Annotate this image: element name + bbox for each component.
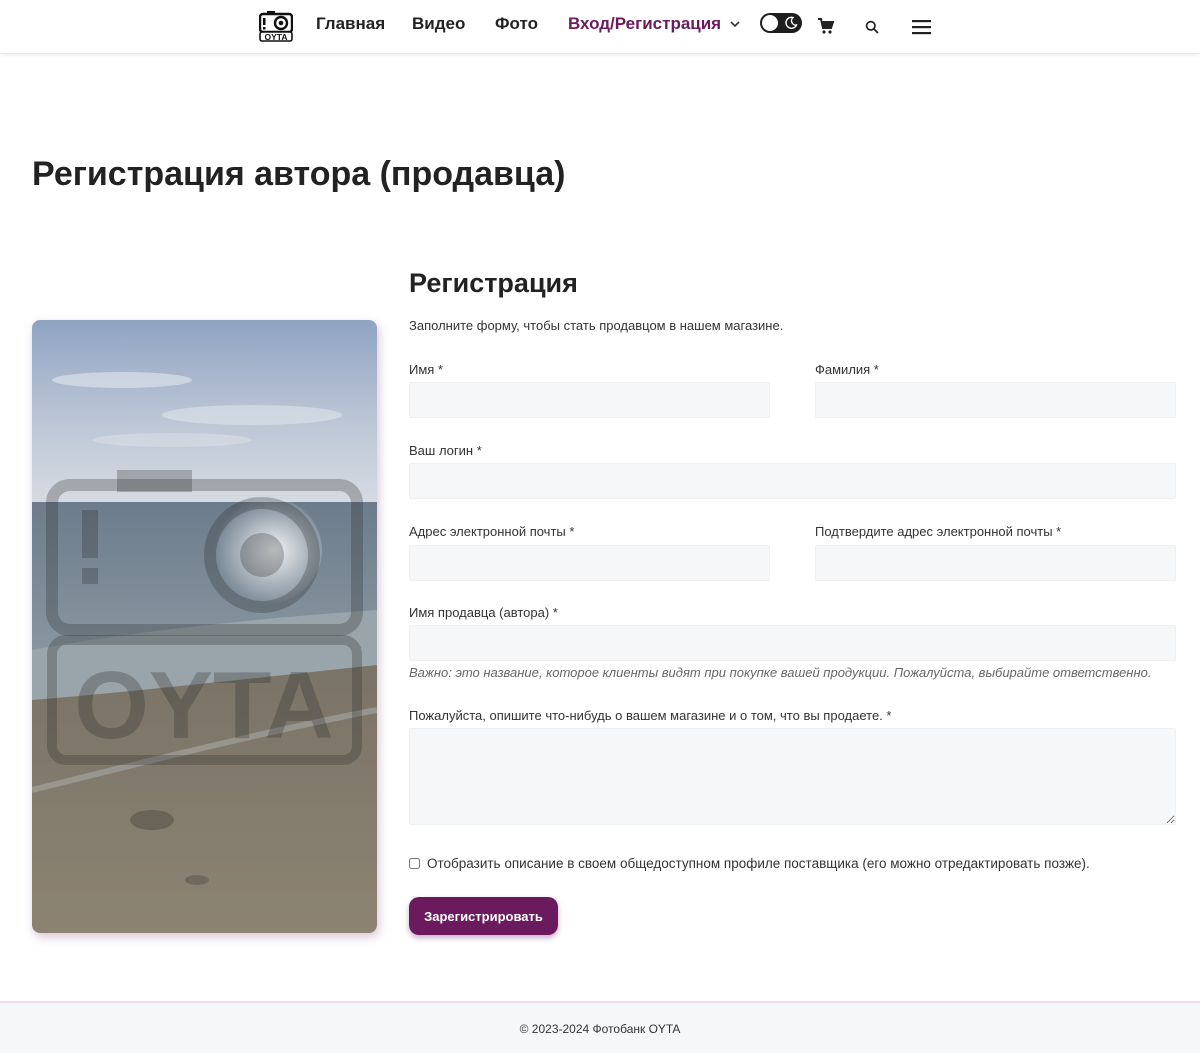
vendor-name-hint: Важно: это название, которое клиенты вид… (409, 665, 1152, 680)
first-name-label: Имя * (409, 362, 443, 377)
svg-text:OYTA: OYTA (74, 652, 334, 759)
email-label: Адрес электронной почты * (409, 524, 575, 539)
site-footer: © 2023-2024 Фотобанк OYTA (0, 1001, 1200, 1053)
search-icon[interactable] (865, 20, 879, 39)
form-description: Заполните форму, чтобы стать продавцом в… (409, 318, 784, 333)
beach-photo: OYTA (32, 320, 377, 933)
email-confirm-field[interactable] (815, 545, 1176, 581)
vendor-name-label: Имя продавца (автора) * (409, 605, 558, 620)
nav-login-register[interactable]: Вход/Регистрация (568, 14, 721, 34)
footer-copyright: © 2023-2024 Фотобанк OYTA (519, 1022, 681, 1036)
menu-icon[interactable] (912, 19, 931, 40)
about-textarea[interactable] (409, 728, 1176, 825)
email-field[interactable] (409, 545, 770, 581)
page-title: Регистрация автора (продавца) (32, 155, 566, 193)
last-name-field[interactable] (815, 382, 1176, 418)
cart-icon[interactable] (817, 17, 835, 40)
nav-video[interactable]: Видео (412, 14, 465, 34)
moon-icon (784, 16, 798, 30)
toggle-knob (762, 15, 778, 31)
login-label: Ваш логин * (409, 443, 482, 458)
show-description-checkbox[interactable] (409, 858, 420, 869)
nav-photo[interactable]: Фото (495, 14, 538, 34)
svg-text:OYTA: OYTA (265, 32, 288, 42)
site-logo[interactable]: OYTA (258, 10, 294, 42)
email-confirm-label: Подтвердите адрес электронной почты * (815, 524, 1062, 539)
register-button[interactable]: Зарегистрировать (409, 897, 558, 935)
vendor-name-field[interactable] (409, 625, 1176, 661)
dark-mode-toggle[interactable] (760, 13, 802, 33)
form-title: Регистрация (409, 268, 578, 298)
chevron-down-icon[interactable] (729, 17, 741, 29)
login-field[interactable] (409, 463, 1176, 499)
first-name-field[interactable] (409, 382, 770, 418)
about-label: Пожалуйста, опишите что-нибудь о вашем м… (409, 708, 892, 723)
show-description-label[interactable]: Отобразить описание в своем общедоступно… (427, 856, 1090, 871)
last-name-label: Фамилия * (815, 362, 879, 377)
site-header: OYTA Главная Видео Фото Вход/Регистрация (0, 0, 1200, 54)
nav-home[interactable]: Главная (316, 14, 385, 34)
